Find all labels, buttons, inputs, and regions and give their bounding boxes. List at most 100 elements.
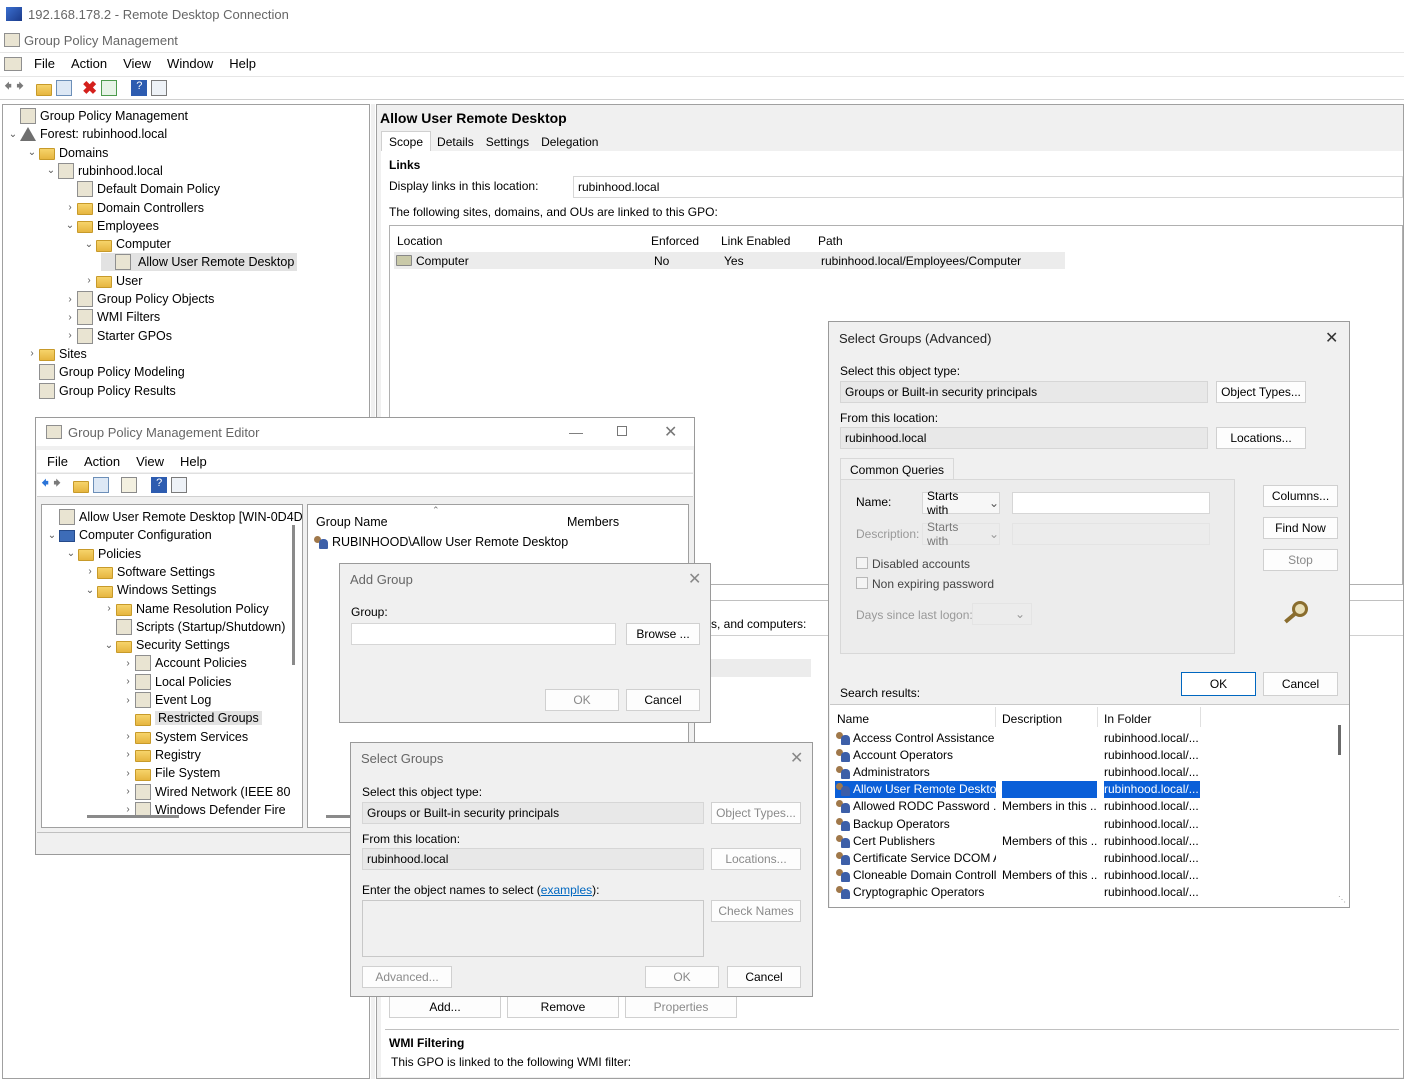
tree-item[interactable]: › File System [121, 764, 220, 782]
col-enforced[interactable]: Enforced [651, 234, 699, 248]
expand-chevron-icon[interactable]: › [25, 348, 39, 359]
delete-icon[interactable]: ✖ [82, 78, 97, 99]
tree-item[interactable]: Group Policy Modeling [25, 363, 185, 381]
browse-button[interactable]: Browse ... [626, 623, 700, 645]
result-row[interactable] [835, 849, 854, 866]
tree-item[interactable]: ⌄ Domains [25, 144, 108, 162]
gpme-tree-vscroll[interactable] [292, 525, 295, 665]
tree-item[interactable]: ⌄ Computer Configuration [45, 526, 212, 544]
sg-object-types-button[interactable]: Object Types... [711, 802, 801, 824]
refresh-icon[interactable] [101, 80, 118, 96]
gpme-back-arrow-icon[interactable]: 🠸 [41, 472, 49, 499]
select-groups-close-icon[interactable]: ✕ [790, 748, 803, 768]
col-description[interactable]: Description [1002, 712, 1062, 726]
examples-link[interactable]: examples [541, 883, 592, 897]
result-row[interactable] [835, 884, 854, 901]
expand-chevron-icon[interactable]: › [121, 731, 135, 742]
minimize-icon[interactable]: — [569, 424, 583, 440]
expand-chevron-icon[interactable]: › [82, 275, 96, 286]
tree-item[interactable]: › Domain Controllers [63, 199, 204, 217]
results-vscroll[interactable] [1338, 725, 1341, 755]
tree-item[interactable]: ⌄ Security Settings [102, 636, 230, 654]
resize-grip-icon[interactable]: ⋱ [1338, 895, 1346, 904]
tree-item[interactable]: › WMI Filters [63, 308, 160, 326]
expand-chevron-icon[interactable]: ⌄ [6, 129, 20, 140]
tree-item[interactable]: › Starter GPOs [63, 327, 172, 345]
up-folder-icon[interactable] [36, 83, 53, 96]
gpme-forward-arrow-icon[interactable]: 🠺 [53, 472, 61, 499]
stop-button[interactable]: Stop [1263, 549, 1338, 571]
tab-scope[interactable]: Scope [381, 131, 432, 153]
group-input[interactable] [351, 623, 616, 645]
gpme-properties-icon[interactable] [171, 477, 188, 493]
expand-chevron-icon[interactable]: ⌄ [82, 239, 96, 250]
days-since-logon-select[interactable]: ⌄ [972, 603, 1032, 625]
col-location[interactable]: Location [397, 234, 442, 248]
adv-ok-button[interactable]: OK [1181, 672, 1256, 696]
expand-chevron-icon[interactable]: ⌄ [83, 585, 97, 596]
tree-item[interactable]: › User [82, 272, 142, 290]
tree-item[interactable]: ⌄ Policies [64, 545, 141, 563]
expand-chevron-icon[interactable]: ⌄ [63, 220, 77, 231]
result-row[interactable] [835, 832, 854, 849]
tree-item[interactable]: Group Policy Management [6, 107, 188, 125]
adv-cancel-button[interactable]: Cancel [1263, 672, 1338, 696]
expand-chevron-icon[interactable]: › [83, 566, 97, 577]
show-hide-tree-icon[interactable] [56, 80, 73, 96]
expand-chevron-icon[interactable]: › [121, 786, 135, 797]
remove-security-button[interactable]: Remove [507, 996, 619, 1018]
display-links-select[interactable]: rubinhood.local [573, 176, 1403, 198]
properties-security-button[interactable]: Properties [625, 996, 737, 1018]
expand-chevron-icon[interactable]: › [63, 294, 77, 305]
tree-item[interactable]: › Wired Network (IEEE 80 [121, 783, 290, 801]
columns-button[interactable]: Columns... [1263, 485, 1338, 507]
gpme-up-folder-icon[interactable] [73, 480, 90, 493]
gpme-menu-view[interactable]: View [128, 454, 172, 469]
gpme-menu-action[interactable]: Action [76, 454, 128, 469]
tab-settings[interactable]: Settings [480, 131, 535, 153]
gpme-tree-hscroll[interactable] [87, 815, 179, 818]
expand-chevron-icon[interactable]: ⌄ [45, 530, 59, 541]
expand-chevron-icon[interactable]: › [121, 804, 135, 815]
expand-chevron-icon[interactable]: › [63, 202, 77, 213]
tree-item[interactable]: Scripts (Startup/Shutdown) [102, 618, 285, 636]
check-names-button[interactable]: Check Names [711, 900, 801, 922]
tree-item[interactable]: › Group Policy Objects [63, 290, 214, 308]
add-group-cancel-button[interactable]: Cancel [626, 689, 700, 711]
tree-item[interactable]: ⌄ rubinhood.local [44, 162, 163, 180]
expand-chevron-icon[interactable]: › [121, 749, 135, 760]
tree-item[interactable]: Default Domain Policy [63, 180, 220, 198]
find-now-button[interactable]: Find Now [1263, 517, 1338, 539]
menu-view[interactable]: View [115, 56, 159, 71]
expand-chevron-icon[interactable]: ⌄ [44, 165, 58, 176]
help-icon[interactable]: ? [131, 80, 148, 96]
tree-item[interactable]: ⌄ Employees [63, 217, 159, 235]
properties-icon[interactable] [151, 80, 168, 96]
add-group-close-icon[interactable]: ✕ [688, 569, 701, 589]
common-queries-tab[interactable]: Common Queries [840, 458, 955, 481]
close-icon[interactable]: ✕ [664, 422, 677, 442]
gpme-menu-help[interactable]: Help [172, 454, 215, 469]
sg-cancel-button[interactable]: Cancel [727, 966, 801, 988]
security-filter-row[interactable] [711, 659, 811, 677]
sg-locations-button[interactable]: Locations... [711, 848, 801, 870]
gpme-help-icon[interactable]: ? [151, 477, 168, 493]
result-row[interactable] [835, 815, 854, 832]
advanced-button[interactable]: Advanced... [362, 966, 452, 988]
tab-details[interactable]: Details [431, 131, 480, 153]
adv-locations-button[interactable]: Locations... [1216, 427, 1306, 449]
expand-chevron-icon[interactable]: › [63, 312, 77, 323]
adv-object-types-button[interactable]: Object Types... [1216, 381, 1306, 403]
name-starts-with-select[interactable]: Starts with ⌄ [922, 489, 1000, 517]
col-members[interactable]: Members [567, 515, 619, 529]
tree-item[interactable]: › Registry [121, 746, 201, 764]
tree-item[interactable]: ⌄ Forest: rubinhood.local [6, 125, 167, 143]
expand-chevron-icon[interactable]: ⌄ [25, 147, 39, 158]
expand-chevron-icon[interactable]: ⌄ [64, 548, 78, 559]
non-expiring-checkbox[interactable] [856, 577, 868, 589]
object-names-textarea[interactable] [362, 900, 704, 957]
back-arrow-icon[interactable]: 🠸 [4, 75, 12, 102]
menu-window[interactable]: Window [159, 56, 221, 71]
tree-item[interactable]: ⌄ Windows Settings [83, 581, 216, 599]
col-path[interactable]: Path [818, 234, 843, 248]
